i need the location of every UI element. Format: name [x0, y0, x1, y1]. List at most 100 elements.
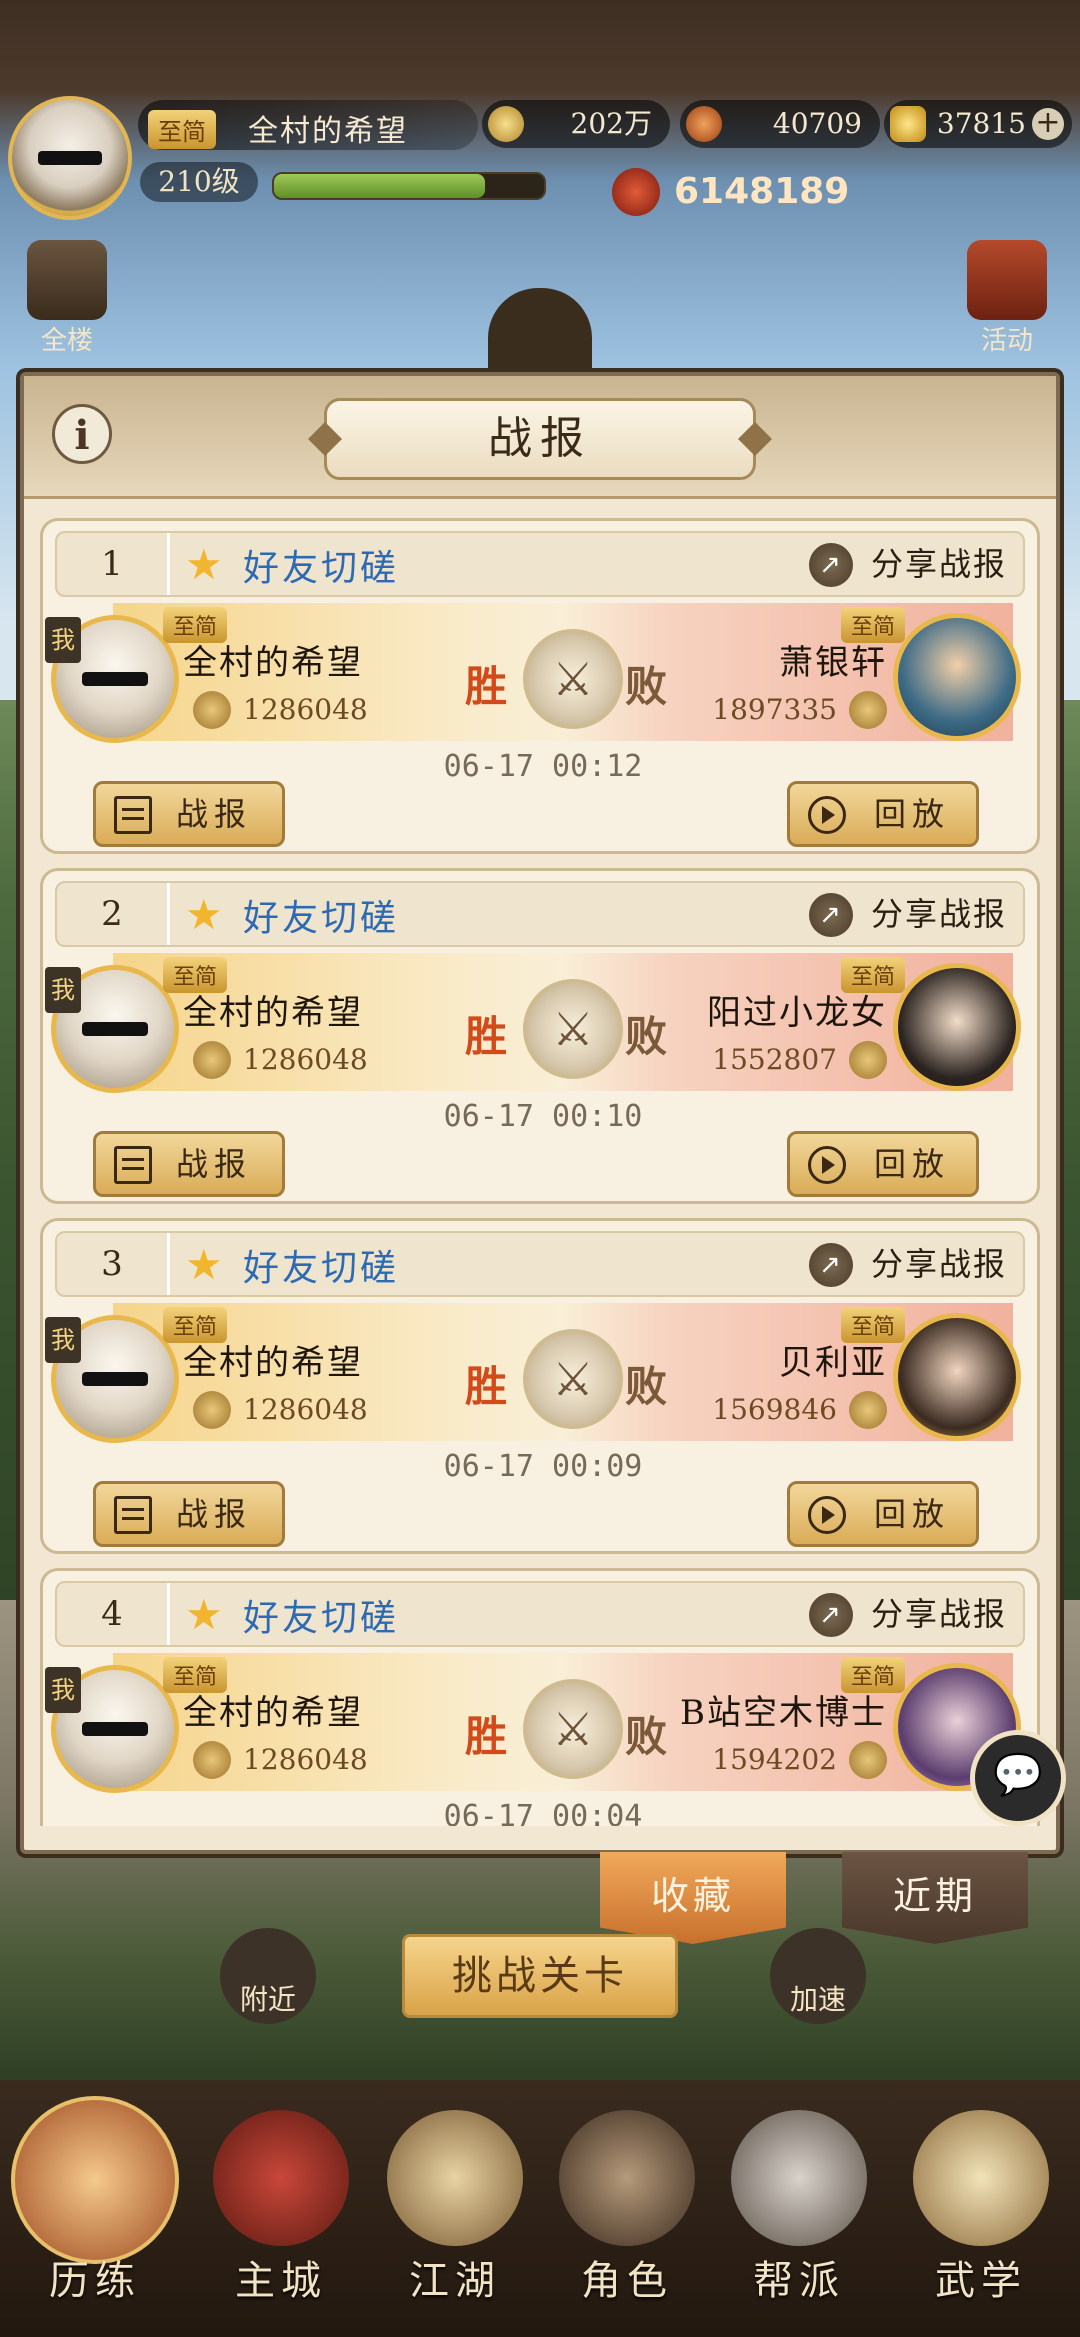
opponent-power-value: 1594202	[712, 1743, 837, 1776]
add-gold-button[interactable]: +	[1032, 108, 1064, 140]
replay-button[interactable]: 回放	[787, 1131, 979, 1197]
speedup-button[interactable]: 加速	[770, 1928, 866, 2024]
name-plate: 至简 全村的希望	[138, 100, 478, 150]
my-power-value: 1286048	[243, 1393, 368, 1426]
share-report-button[interactable]: ↗ 分享战报	[808, 1589, 1007, 1639]
tab-favorites[interactable]: 收藏	[600, 1852, 786, 1944]
share-report-button[interactable]: ↗ 分享战报	[808, 889, 1007, 939]
player-name: 全村的希望	[248, 114, 408, 149]
replay-button[interactable]: 回放	[787, 1481, 979, 1547]
nav-jianghu[interactable]: 江湖	[370, 2086, 540, 2336]
opponent-power: 1594202	[712, 1741, 887, 1779]
share-report-button[interactable]: ↗ 分享战报	[808, 1239, 1007, 1289]
replay-button[interactable]: 回放	[787, 781, 979, 847]
view-report-button[interactable]: 战报	[93, 781, 285, 847]
play-icon	[808, 1146, 846, 1184]
win-label: 胜	[465, 1012, 508, 1061]
me-tag: 我	[45, 967, 81, 1013]
coin-value: 202万	[570, 107, 652, 140]
training-icon	[11, 2096, 179, 2264]
favorite-star-icon[interactable]: ★	[185, 1244, 225, 1286]
opponent-power: 1897335	[712, 691, 887, 729]
sword-icon	[387, 2110, 523, 2246]
share-label: 分享战报	[870, 545, 1007, 583]
opponent-power-value: 1569846	[712, 1393, 837, 1426]
report-label: 战报	[176, 1145, 253, 1183]
info-button[interactable]: i	[52, 404, 112, 464]
opponent-avatar[interactable]	[893, 613, 1021, 741]
xp-fill	[274, 174, 485, 198]
favorite-star-icon[interactable]: ★	[185, 894, 225, 936]
player-avatar[interactable]	[8, 96, 132, 220]
view-report-button[interactable]: 战报	[93, 1481, 285, 1547]
report-card: 4 ★ 好友切磋 ↗ 分享战报 我 至简 全村的希望 1286048 胜 ⚔ 败 …	[40, 1568, 1040, 1826]
power-coin-icon	[849, 1391, 887, 1429]
me-tag: 我	[45, 617, 81, 663]
card-header: 1 ★ 好友切磋 ↗ 分享战报	[55, 531, 1025, 597]
nearby-button[interactable]: 附近	[220, 1928, 316, 2024]
record-index: 2	[57, 883, 170, 945]
lose-label: 败	[625, 1712, 668, 1761]
nav-main-city[interactable]: 主城	[196, 2086, 366, 2336]
crossed-swords-icon: ⚔	[523, 979, 623, 1079]
opponent-name: 萧银轩	[779, 643, 887, 683]
power-coin-icon	[849, 1041, 887, 1079]
play-icon	[808, 796, 846, 834]
card-header: 3 ★ 好友切磋 ↗ 分享战报	[55, 1231, 1025, 1297]
battle-type: 好友切磋	[243, 1598, 400, 1639]
city-gate-icon	[213, 2110, 349, 2246]
event-button[interactable]: 活动	[962, 240, 1052, 360]
favorite-star-icon[interactable]: ★	[185, 1594, 225, 1636]
share-icon: ↗	[808, 1593, 853, 1637]
power-coin-icon	[193, 691, 231, 729]
report-card: 3 ★ 好友切磋 ↗ 分享战报 我 至简 全村的希望 1286048 胜 ⚔ 败 …	[40, 1218, 1040, 1554]
my-power: 1286048	[193, 1391, 368, 1429]
leaf-counter[interactable]: 40709	[680, 100, 880, 148]
bottom-nav: 历练 主城 江湖 角色 帮派 武学	[0, 2086, 1080, 2336]
report-card: 2 ★ 好友切磋 ↗ 分享战报 我 至简 全村的希望 1286048 胜 ⚔ 败 …	[40, 868, 1040, 1204]
view-report-button[interactable]: 战报	[93, 1131, 285, 1197]
nav-label: 主城	[235, 2258, 327, 2304]
event-label: 活动	[980, 326, 1033, 356]
battle-type: 好友切磋	[243, 898, 400, 939]
challenge-stage-button[interactable]: 挑战关卡	[402, 1934, 678, 2018]
report-label: 战报	[176, 795, 253, 833]
pavilion-icon	[27, 240, 107, 320]
coin-icon	[488, 106, 524, 142]
nav-character[interactable]: 角色	[542, 2086, 712, 2336]
power-value: 6148189	[674, 171, 850, 212]
record-index: 1	[57, 533, 170, 595]
share-report-button[interactable]: ↗ 分享战报	[808, 539, 1007, 589]
chat-button[interactable]: 💬	[970, 1730, 1066, 1826]
report-card: 1 ★ 好友切磋 ↗ 分享战报 我 至简 全村的希望 1286048 胜 ⚔ 败 …	[40, 518, 1040, 854]
win-label: 胜	[465, 1362, 508, 1411]
nav-martial-arts[interactable]: 武学	[896, 2086, 1066, 2336]
me-tag: 我	[45, 1667, 81, 1713]
chat-icon: 💬	[993, 1752, 1043, 1798]
tab-recent[interactable]: 近期	[842, 1852, 1028, 1944]
rank-tag: 至简	[148, 110, 216, 149]
report-list[interactable]: 1 ★ 好友切磋 ↗ 分享战报 我 至简 全村的希望 1286048 胜 ⚔ 败 …	[40, 506, 1040, 1826]
gold-counter[interactable]: 37815 +	[884, 100, 1072, 148]
opponent-avatar[interactable]	[893, 1313, 1021, 1441]
opponent-power-value: 1552807	[712, 1043, 837, 1076]
lose-label: 败	[625, 1362, 668, 1411]
nav-label: 历练	[49, 2258, 141, 2304]
favorite-star-icon[interactable]: ★	[185, 544, 225, 586]
opponent-avatar[interactable]	[893, 963, 1021, 1091]
opponent-name: 贝利亚	[779, 1343, 887, 1383]
record-index: 4	[57, 1583, 170, 1645]
my-power-value: 1286048	[243, 693, 368, 726]
leaf-value: 40709	[772, 107, 862, 140]
coin-counter[interactable]: 202万	[482, 100, 670, 148]
my-name: 全村的希望	[183, 643, 363, 683]
share-label: 分享战报	[870, 1245, 1007, 1283]
my-power: 1286048	[193, 1041, 368, 1079]
nav-guild[interactable]: 帮派	[714, 2086, 884, 2336]
opponent-name: B站空木博士	[680, 1693, 887, 1733]
nav-training[interactable]: 历练	[10, 2086, 180, 2336]
me-tag: 我	[45, 1317, 81, 1363]
card-header: 4 ★ 好友切磋 ↗ 分享战报	[55, 1581, 1025, 1647]
my-power-value: 1286048	[243, 1043, 368, 1076]
building-button[interactable]: 全楼	[22, 240, 112, 360]
